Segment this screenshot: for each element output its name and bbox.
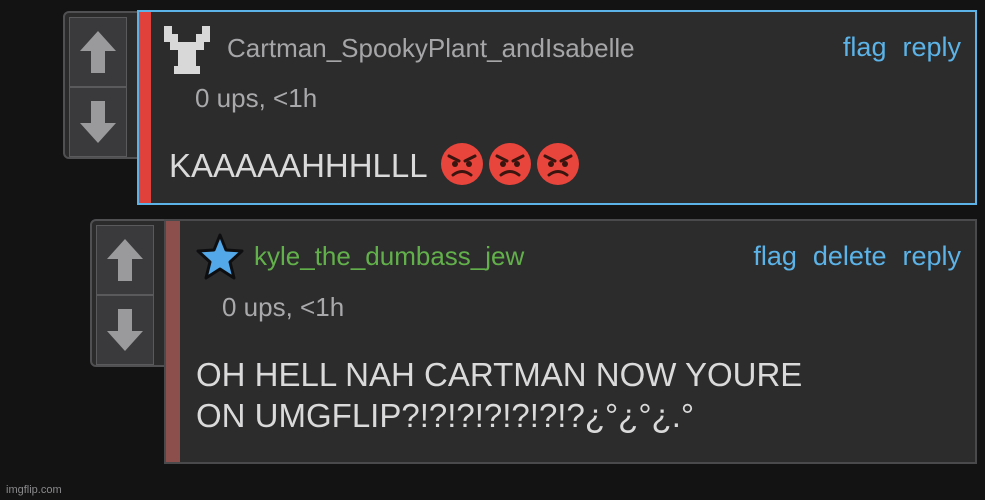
comment-card: kyle_the_dumbass_jew flag delete reply 0… xyxy=(164,219,977,464)
vote-box xyxy=(63,11,147,159)
upvote-arrow-icon xyxy=(80,31,116,73)
upvote-button[interactable] xyxy=(96,225,154,295)
comment-text-line: OH HELL NAH CARTMAN NOW YOURE xyxy=(196,356,803,393)
comment-username[interactable]: Cartman_SpookyPlant_andIsabelle xyxy=(227,33,635,64)
pixel-y-avatar-icon xyxy=(164,26,210,74)
comment-accent-bar xyxy=(139,12,151,203)
angry-face-emoji xyxy=(488,142,532,195)
comment-text-line: ON UMGFLIP?!?!?!?!?!?!?¿°¿°¿.° xyxy=(196,397,695,434)
comment-body: OH HELL NAH CARTMAN NOW YOURE ON UMGFLIP… xyxy=(196,354,802,436)
comment-actions: flag delete reply xyxy=(753,241,961,272)
angry-face-emoji xyxy=(536,142,580,195)
comment-text: KAAAAAHHHLLL xyxy=(169,147,427,185)
downvote-button[interactable] xyxy=(69,87,127,157)
downvote-button[interactable] xyxy=(96,295,154,365)
reply-link[interactable]: reply xyxy=(902,32,961,63)
angry-face-emoji xyxy=(440,142,484,195)
delete-link[interactable]: delete xyxy=(813,241,887,272)
comment-accent-bar xyxy=(166,221,180,462)
upvote-arrow-icon xyxy=(107,239,143,281)
flag-link[interactable]: flag xyxy=(843,32,887,63)
comment-body: KAAAAAHHHLLL xyxy=(169,142,580,195)
comment-meta: 0 ups, <1h xyxy=(195,83,318,113)
comment-card: Cartman_SpookyPlant_andIsabelle flag rep… xyxy=(137,10,977,205)
upvote-button[interactable] xyxy=(69,17,127,87)
comment-meta: 0 ups, <1h xyxy=(222,292,345,322)
reply-link[interactable]: reply xyxy=(902,241,961,272)
downvote-arrow-icon xyxy=(107,309,143,351)
watermark: imgflip.com xyxy=(6,484,62,496)
blue-star-avatar-icon xyxy=(196,233,244,280)
downvote-arrow-icon xyxy=(80,101,116,143)
comment-actions: flag reply xyxy=(843,32,961,63)
flag-link[interactable]: flag xyxy=(753,241,797,272)
comment-username[interactable]: kyle_the_dumbass_jew xyxy=(254,241,524,272)
vote-box xyxy=(90,219,174,367)
